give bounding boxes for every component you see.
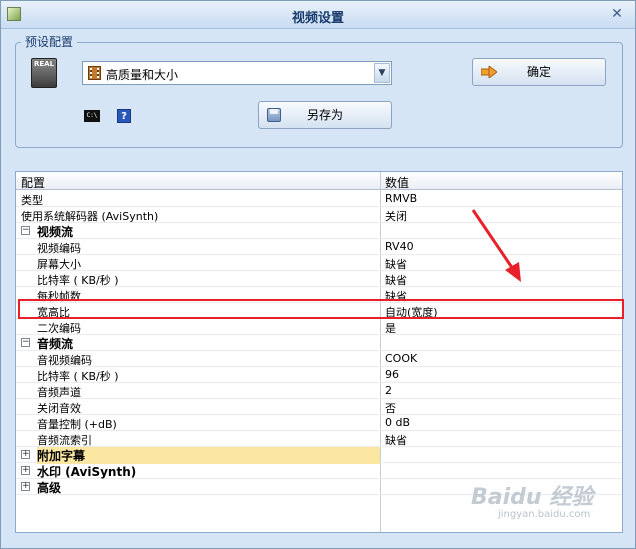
grid-row[interactable]: 音视频编码 COOK [16, 351, 622, 367]
ok-button[interactable]: 确定 [472, 58, 606, 86]
expand-icon[interactable]: + [21, 466, 30, 475]
preset-legend: 预设配置 [21, 33, 78, 50]
command-prompt-icon[interactable]: C:\ [84, 110, 100, 122]
ok-button-label: 确定 [526, 65, 551, 79]
grid-header: 配置 数值 [16, 172, 622, 190]
save-disk-icon [267, 108, 281, 122]
help-icon[interactable]: ? [117, 109, 131, 123]
annotation-arrow-icon [471, 209, 521, 282]
collapse-icon[interactable]: − [21, 338, 30, 347]
category-row-subtitles[interactable]: + 附加字幕 [16, 447, 622, 464]
grid-row[interactable]: 类型 RMVB [16, 191, 622, 207]
grid-row[interactable]: 视频编码 RV40 [16, 239, 622, 255]
grid-row[interactable]: 屏幕大小 缺省 [16, 255, 622, 271]
grid-row[interactable]: 比特率 ( KB/秒 ) 缺省 [16, 271, 622, 287]
grid-row[interactable]: 二次编码 是 [16, 319, 622, 335]
grid-row[interactable]: 音频流索引 缺省 [16, 431, 622, 447]
grid-row[interactable]: 音频声道 2 [16, 383, 622, 399]
arrow-right-icon [481, 66, 497, 78]
grid-row[interactable]: 音量控制 (+dB) 0 dB [16, 415, 622, 431]
chevron-down-icon[interactable]: ▼ [374, 63, 390, 83]
save-as-label: 另存为 [306, 108, 343, 122]
grid-row[interactable]: 关闭音效 否 [16, 399, 622, 415]
highlight-box [18, 299, 624, 319]
close-icon[interactable]: ✕ [609, 6, 625, 22]
expand-icon[interactable]: + [21, 482, 30, 491]
expand-icon[interactable]: + [21, 450, 30, 459]
column-header-name[interactable]: 配置 [21, 174, 45, 191]
grid-row[interactable]: 比特率 ( KB/秒 ) 96 [16, 367, 622, 383]
collapse-icon[interactable]: − [21, 226, 30, 235]
category-row-audio[interactable]: − 音频流 [16, 335, 622, 351]
realmedia-icon: REAL [31, 58, 57, 88]
real-badge: REAL [33, 60, 56, 68]
film-icon [88, 66, 101, 80]
window-title: 视频设置 [291, 11, 344, 26]
category-row-video[interactable]: − 视频流 [16, 223, 622, 239]
video-settings-window: 视频设置 ✕ 预设配置 REAL 高质量和大小 ▼ 确定 C:\ ? 另存为 配… [0, 0, 636, 549]
preset-select[interactable]: 高质量和大小 ▼ [82, 61, 392, 85]
save-as-button[interactable]: 另存为 [258, 101, 392, 129]
grid-row[interactable]: 使用系统解码器 (AviSynth) 关闭 [16, 207, 622, 223]
category-row-watermark[interactable]: + 水印 (AviSynth) [16, 463, 622, 479]
baidu-watermark-url: jingyan.baidu.com [498, 509, 591, 520]
title-bar[interactable]: 视频设置 ✕ [1, 1, 635, 29]
baidu-watermark: Baidu 经验 [471, 485, 594, 510]
column-header-value[interactable]: 数值 [385, 174, 409, 191]
preset-select-value: 高质量和大小 [106, 68, 179, 82]
